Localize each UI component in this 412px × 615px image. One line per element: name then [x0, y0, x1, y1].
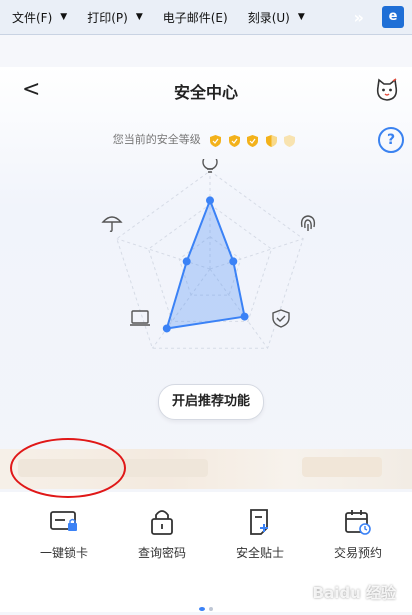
caret-down-icon: ▼ [135, 12, 143, 22]
page-dot-active[interactable] [199, 607, 205, 611]
level-shields [210, 134, 299, 147]
card-lock-icon [50, 511, 77, 531]
menu-email[interactable]: 电子邮件(E) [151, 0, 236, 34]
padlock-icon [151, 510, 173, 535]
page-dot[interactable] [209, 607, 213, 611]
calendar-clock-icon [345, 510, 371, 535]
cat-mascot-icon[interactable] [374, 77, 400, 103]
fingerprint-icon [300, 215, 316, 231]
device-icon [130, 310, 150, 326]
action-label: 交易预约 [333, 546, 382, 560]
shield-full-icon [228, 134, 240, 147]
menu-file-label: 文件(F) [12, 10, 53, 25]
menu-print[interactable]: 打印(P) ▼ [75, 0, 151, 34]
radar-point [182, 257, 191, 266]
radar-point [229, 257, 238, 266]
action-transaction-booking[interactable]: 交易预约 [308, 508, 408, 561]
overflow-chevron-icon[interactable]: » [354, 8, 364, 27]
baidu-watermark: Baidu 经验 [312, 584, 396, 602]
security-level: 您当前的安全等级 [0, 131, 412, 147]
radar-point [240, 312, 249, 321]
shield-check-icon [272, 309, 290, 328]
menu-print-label: 打印(P) [87, 10, 128, 25]
top-spacer [0, 35, 412, 67]
menu-burn-label: 刻录(U) [247, 10, 290, 25]
action-label: 安全贴士 [235, 546, 284, 560]
shield-full-icon [210, 134, 222, 147]
caret-down-icon: ▼ [297, 12, 305, 22]
shield-full-icon [247, 134, 259, 147]
page-title: 安全中心 [173, 83, 238, 102]
caret-down-icon: ▼ [60, 12, 68, 22]
enable-recommended-button[interactable]: 开启推荐功能 [158, 384, 264, 420]
browser-e-icon[interactable]: e [382, 6, 404, 28]
action-label: 查询密码 [137, 546, 186, 560]
bulb-icon [202, 159, 218, 173]
shield-half-icon [265, 134, 277, 147]
radar-point [206, 196, 214, 205]
help-icon[interactable]: ? [378, 127, 404, 153]
app-screen: < 安全中心 您当前的安全等级 ? 开启推荐功能 一键锁卡 查询密码 安全贴士 … [0, 67, 412, 612]
blurred-block [302, 457, 382, 477]
radar-point [162, 324, 171, 333]
security-level-label: 您当前的安全等级 [112, 133, 201, 146]
umbrella-icon [101, 216, 123, 233]
action-security-tips[interactable]: 安全贴士 [210, 508, 310, 561]
menu-file[interactable]: 文件(F) ▼ [0, 0, 75, 34]
security-radar [101, 159, 316, 349]
action-query-password[interactable]: 查询密码 [112, 508, 212, 561]
menu-email-label: 电子邮件(E) [162, 10, 228, 25]
action-lock-card[interactable]: 一键锁卡 [14, 508, 114, 561]
nav-bar: < 安全中心 [0, 67, 412, 115]
annotation-ellipse [10, 438, 126, 498]
menu-burn[interactable]: 刻录(U) ▼ [236, 0, 313, 34]
action-label: 一键锁卡 [39, 546, 88, 560]
window-menubar: 文件(F) ▼ 打印(P) ▼ 电子邮件(E) 刻录(U) ▼ » e [0, 0, 412, 35]
shield-empty-icon [284, 134, 296, 147]
document-plus-icon [250, 509, 268, 535]
